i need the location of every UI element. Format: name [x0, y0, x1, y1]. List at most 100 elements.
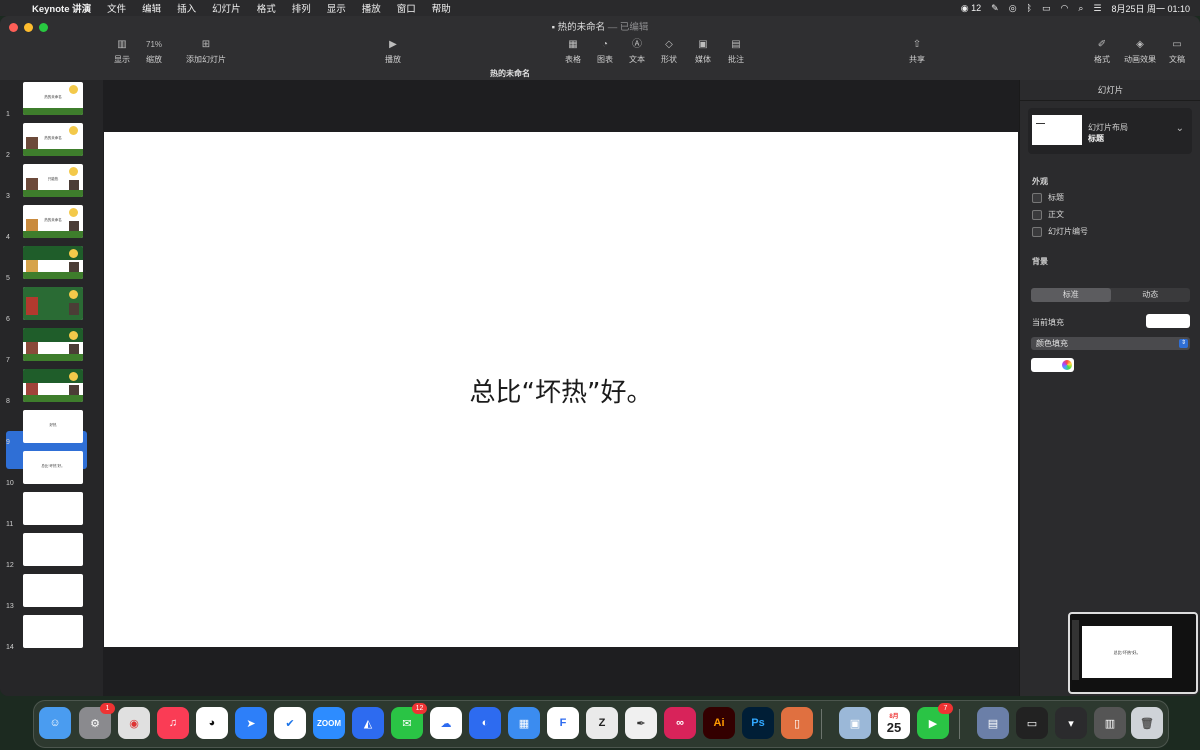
current-fill-swatch[interactable] [1146, 314, 1190, 328]
format-button[interactable]: ✐ 格式 [1094, 38, 1110, 65]
add-slide-button[interactable]: ⊞ 添加幻灯片 [186, 38, 226, 65]
slide-thumb-11[interactable]: 11 [0, 490, 103, 528]
wechat-icon[interactable]: ✉ 12 [391, 703, 427, 739]
qq-icon[interactable]: ◕ [196, 707, 228, 739]
menu-format[interactable]: 格式 [257, 1, 276, 15]
search-icon[interactable]: ⌕ [1078, 3, 1083, 14]
creative-cloud-icon[interactable]: ∞ [664, 707, 696, 739]
document-button[interactable]: ▭ 文稿 [1169, 38, 1185, 65]
keynote-icon[interactable]: ▦ [508, 707, 540, 739]
wifi-icon[interactable]: ◠ [1060, 3, 1068, 14]
sun-image [69, 290, 78, 299]
comment-button[interactable]: ▤ 批注 [728, 38, 744, 65]
slide-thumb-1[interactable]: 热的未命名 1 [0, 80, 103, 118]
menu-play[interactable]: 播放 [362, 1, 381, 15]
menu-insert[interactable]: 插入 [177, 1, 196, 15]
f-app-icon[interactable]: F [547, 707, 579, 739]
slide-thumb-9[interactable]: 好热 9 [0, 408, 103, 446]
bluetooth-icon[interactable]: ᛒ [1027, 3, 1032, 13]
segment-dynamic[interactable]: 动态 [1111, 288, 1191, 302]
checkbox[interactable] [1032, 209, 1042, 220]
document-title-text[interactable]: 热的未命名 [558, 22, 606, 33]
chevron-down-icon[interactable]: ⌄ [1176, 123, 1184, 134]
menu-window[interactable]: 窗口 [397, 1, 416, 15]
finder-icon[interactable]: ☺ [39, 707, 71, 739]
menu-app-name[interactable]: Keynote 讲演 [32, 1, 91, 15]
menubar-clock[interactable]: 8月25日 周一 01:10 [1111, 2, 1190, 15]
layout-value: 标题 [1088, 134, 1104, 143]
menu-edit[interactable]: 编辑 [142, 1, 161, 15]
background-mode-control[interactable]: 标准 动态 [1031, 288, 1190, 302]
preview-app-icon[interactable]: ▣ [839, 707, 871, 739]
wechat-status-icon[interactable]: ◉ 12 [961, 3, 981, 14]
z-app-icon[interactable]: Z [586, 707, 618, 739]
table-button[interactable]: ▦ 表格 [565, 38, 581, 65]
text-icon: Ⓐ [632, 39, 642, 50]
slide-thumb-7[interactable]: 7 [0, 326, 103, 364]
menu-file[interactable]: 文件 [107, 1, 126, 15]
segment-standard[interactable]: 标准 [1031, 288, 1111, 302]
photoshop-icon[interactable]: Ps [742, 707, 774, 739]
screenshot-thumbnail[interactable]: 总比“坏热”好。 [1068, 612, 1198, 694]
checkbox-slide-number[interactable]: 幻灯片编号 [1032, 226, 1088, 237]
checkbox[interactable] [1032, 192, 1042, 203]
menu-view[interactable]: 显示 [327, 1, 346, 15]
facetime-icon[interactable]: ▶ 7 [917, 703, 953, 739]
slide-layout-selector[interactable]: ▬▬▬ 幻灯片布局 标题 ⌄ [1028, 108, 1192, 154]
slide-thumb-12[interactable]: 12 [0, 531, 103, 569]
illustrator-icon[interactable]: Ai [703, 707, 735, 739]
menu-slide[interactable]: 幻灯片 [212, 1, 241, 15]
share-button[interactable]: ⇧ 共享 [909, 38, 925, 65]
text-button[interactable]: Ⓐ 文本 [629, 38, 645, 65]
music-icon[interactable]: ♫ [157, 707, 189, 739]
chart-button[interactable]: ◔ 图表 [597, 38, 613, 65]
color-wheel-icon[interactable] [1062, 360, 1072, 370]
slide-thumb-6[interactable]: 6 [0, 285, 103, 323]
slide-thumb-4[interactable]: 热的未命名 4 [0, 203, 103, 241]
play-button[interactable]: ▶ 播放 [385, 38, 401, 65]
battery-icon[interactable]: ▭ [1042, 3, 1051, 14]
slide-canvas-area[interactable]: 总比“坏热”好。 [103, 80, 1019, 696]
slide-thumb-8[interactable]: 8 [0, 367, 103, 405]
feishu-icon[interactable]: ➤ [235, 707, 267, 739]
recent-window-icon[interactable]: ▾ [1055, 707, 1087, 739]
dingtalk-icon[interactable]: ✔ [274, 707, 306, 739]
media-button[interactable]: ▣ 媒体 [695, 38, 711, 65]
baidu-netdisk-icon[interactable]: ☁ [430, 707, 462, 739]
zoom-button[interactable]: 71% 缩放 [146, 38, 162, 65]
fill-type-select[interactable]: 颜色填充 ⇕ [1031, 337, 1190, 350]
recent-document-icon[interactable]: ▤ [977, 707, 1009, 739]
slide-thumb-2[interactable]: 热的未命名 2 [0, 121, 103, 159]
lark-icon[interactable]: ◭ [352, 707, 384, 739]
record-status-icon[interactable]: ◎ [1009, 3, 1017, 14]
recent-stack-icon[interactable]: ▥ [1094, 707, 1126, 739]
slide-thumb-13[interactable]: 13 [0, 572, 103, 610]
pen-status-icon[interactable]: ✎ [991, 3, 999, 14]
slide-thumb-10[interactable]: 总比“坏热”好。 10 [0, 449, 103, 487]
menu-arrange[interactable]: 排列 [292, 1, 311, 15]
checkbox-body[interactable]: 正文 [1032, 209, 1064, 220]
slide-title-text[interactable]: 总比“坏热”好。 [104, 372, 1018, 409]
current-slide[interactable]: 总比“坏热”好。 [104, 132, 1018, 647]
view-button[interactable]: ▥ 显示 [114, 38, 130, 65]
pen-app-icon[interactable]: ✒ [625, 707, 657, 739]
slide-thumb-5[interactable]: 5 [0, 244, 103, 282]
trash-icon[interactable]: 🗑 [1131, 707, 1163, 739]
iphone-mirroring-icon[interactable]: ▯ [781, 707, 813, 739]
animate-button[interactable]: ◈ 动画效果 [1124, 38, 1156, 65]
chrome-icon[interactable]: ◉ [118, 707, 150, 739]
slide-thumb-14[interactable]: 14 [0, 613, 103, 651]
checkbox[interactable] [1032, 226, 1042, 237]
system-settings-icon[interactable]: ⚙ 1 [79, 703, 115, 739]
control-center-icon[interactable]: ☰ [1093, 3, 1101, 14]
recent-folder-icon[interactable]: ▭ [1016, 707, 1048, 739]
calendar-icon[interactable]: 8月 25 [878, 707, 910, 739]
browser-app-icon[interactable]: ◐ [469, 707, 501, 739]
slide-thumb-3[interactable]: 只能热 3 [0, 162, 103, 200]
zoom-app-icon[interactable]: ZOOM [313, 707, 345, 739]
menu-help[interactable]: 帮助 [432, 1, 451, 15]
checkbox-title[interactable]: 标题 [1032, 192, 1064, 203]
slide-number: 7 [6, 357, 10, 364]
slide-navigator[interactable]: 热的未命名 1 热的未命名 2 只能热 3 热的未命名 4 5 6 7 8 好热… [0, 80, 103, 696]
shape-button[interactable]: ◇ 形状 [661, 38, 677, 65]
